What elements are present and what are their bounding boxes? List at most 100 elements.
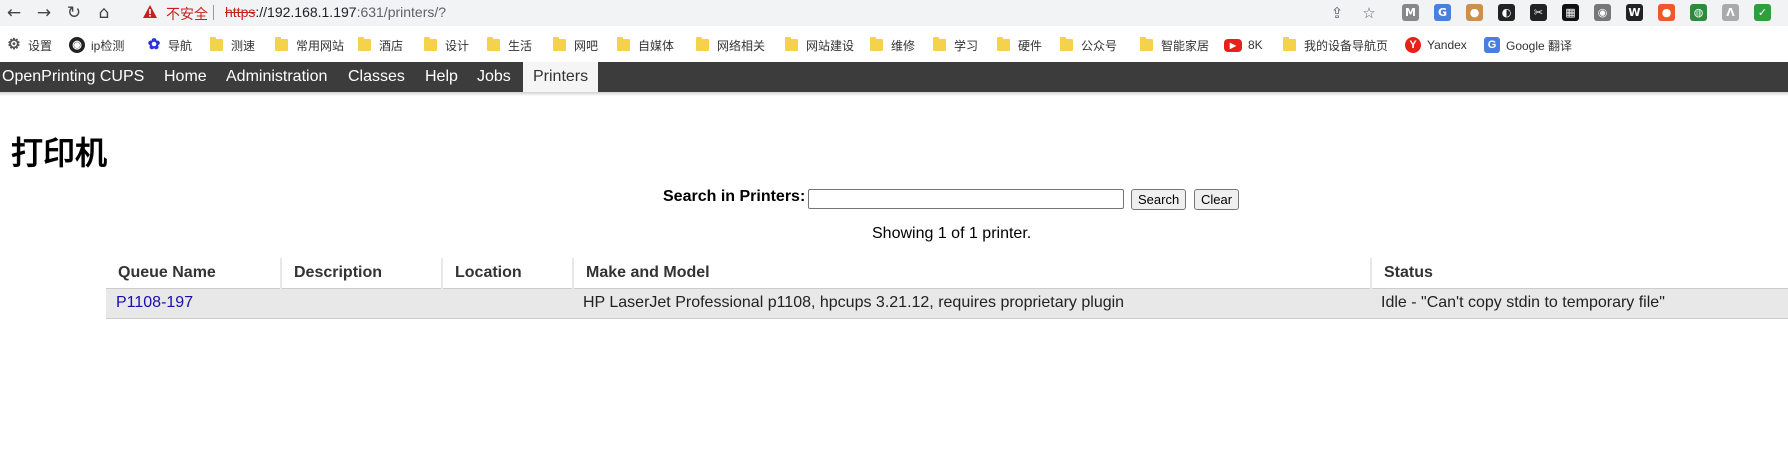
bookmark-label: 酒店 <box>379 38 404 53</box>
forward-icon[interactable]: → <box>34 3 54 23</box>
yandex-icon: Y <box>1405 37 1421 53</box>
browser-toolbar: ← → ↻ ⌂ 不安全 https://192.168.1.197:631/pr… <box>0 0 1788 26</box>
bookmark-item[interactable]: 测速 <box>210 36 255 54</box>
cups-brand-link[interactable]: OpenPrinting CUPS <box>2 62 144 92</box>
w-extension-icon[interactable]: W <box>1626 4 1643 21</box>
translate-icon[interactable]: G <box>1434 4 1451 21</box>
url-host: ://192.168.1.197 <box>255 4 357 20</box>
bookmark-item[interactable]: 学习 <box>933 36 978 54</box>
bookmark-label: 生活 <box>508 38 533 53</box>
tab-manager-icon[interactable]: ▦ <box>1562 4 1579 21</box>
bookmark-item[interactable]: 智能家居 <box>1140 36 1209 54</box>
bookmark-item[interactable]: 酒店 <box>358 36 403 54</box>
insecure-label[interactable]: 不安全 <box>166 4 208 24</box>
folder-icon <box>358 37 371 51</box>
lambda-extension-icon[interactable]: Λ <box>1722 4 1739 21</box>
bookmark-label: 智能家居 <box>1161 38 1210 53</box>
bookmark-item[interactable]: G Google 翻译 <box>1484 36 1572 54</box>
search-input[interactable] <box>808 189 1124 209</box>
column-header-queue-name[interactable]: Queue Name <box>106 258 282 288</box>
bookmark-item[interactable]: ▶ 8K <box>1224 36 1263 54</box>
folder-icon <box>696 37 709 51</box>
star-icon[interactable]: ☆ <box>1360 4 1378 22</box>
share-icon[interactable]: ⇪ <box>1328 4 1346 22</box>
url-text[interactable]: https://192.168.1.197:631/printers/? <box>225 4 446 20</box>
printer-link[interactable]: P1108-197 <box>116 294 193 311</box>
column-header-description[interactable]: Description <box>281 258 443 288</box>
bookmark-item[interactable]: Y Yandex <box>1405 36 1467 54</box>
column-header-location[interactable]: Location <box>442 258 574 288</box>
folder-icon <box>275 37 288 51</box>
bookmark-label: 硬件 <box>1018 38 1043 53</box>
bookmark-item[interactable]: 设计 <box>424 36 469 54</box>
bookmark-item[interactable]: 网站建设 <box>785 36 854 54</box>
bookmark-item[interactable]: ✿ 导航 <box>146 36 192 54</box>
bookmarks-bar: ⚙ 设置 ◉ ip检测 ✿ 导航 测速 常用网站 酒店 设计 生活 网吧 自媒体 网络相关 网站建设 维修 学习… <box>0 31 1788 57</box>
orange-extension-icon[interactable]: ● <box>1658 4 1675 21</box>
bookmark-label: 设置 <box>28 38 53 53</box>
bookmark-item[interactable]: 常用网站 <box>275 36 344 54</box>
url-path: :631/printers/? <box>356 4 447 20</box>
table-row: P1108-197 HP LaserJet Professional p1108… <box>106 287 1788 319</box>
bookmark-item[interactable]: 网吧 <box>553 36 598 54</box>
baidu-icon: ✿ <box>147 36 161 53</box>
nav-classes[interactable]: Classes <box>348 62 405 92</box>
search-label: Search in Printers: <box>663 188 806 205</box>
bookmark-item[interactable]: ⚙ 设置 <box>6 36 52 54</box>
bookmark-label: 设计 <box>445 38 470 53</box>
ip-icon: ◉ <box>69 37 85 53</box>
printers-table: Queue Name Description Location Make and… <box>106 258 1788 319</box>
folder-icon <box>424 37 437 51</box>
search-button[interactable]: Search <box>1131 189 1187 210</box>
nav-jobs[interactable]: Jobs <box>477 62 511 92</box>
column-header-make-model[interactable]: Make and Model <box>573 258 1372 288</box>
address-separator <box>213 5 214 20</box>
bookmark-label: 维修 <box>891 38 916 53</box>
bookmark-item[interactable]: 硬件 <box>997 36 1042 54</box>
folder-icon <box>487 37 500 51</box>
folder-icon <box>1060 37 1073 51</box>
folder-icon <box>785 37 798 51</box>
nav-administration[interactable]: Administration <box>226 62 327 92</box>
bookmark-label: 网吧 <box>574 38 599 53</box>
bookmark-item[interactable]: 自媒体 <box>617 36 674 54</box>
bookmark-item[interactable]: 公众号 <box>1060 36 1117 54</box>
description-cell <box>281 287 442 319</box>
youtube-icon: ▶ <box>1224 38 1242 52</box>
bookmark-item[interactable]: 网络相关 <box>696 36 765 54</box>
navbar-shadow <box>0 92 1788 96</box>
folder-icon <box>210 37 223 51</box>
bookmark-label: ip检测 <box>91 38 125 53</box>
column-header-status[interactable]: Status <box>1371 258 1788 288</box>
scissors-icon[interactable]: ✂ <box>1530 4 1547 21</box>
nav-printers[interactable]: Printers <box>523 62 599 93</box>
extension-dark-icon[interactable]: ◐ <box>1498 4 1515 21</box>
back-icon[interactable]: ← <box>4 3 24 23</box>
reload-icon[interactable]: ↻ <box>64 3 84 23</box>
gmail-icon[interactable]: M <box>1402 4 1419 21</box>
folder-icon <box>617 37 630 51</box>
bookmark-label: 学习 <box>954 38 979 53</box>
bookmark-item[interactable]: ◉ ip检测 <box>69 36 124 54</box>
shield-check-icon[interactable]: ✓ <box>1754 4 1771 21</box>
folder-icon <box>1140 37 1153 51</box>
nav-home[interactable]: Home <box>164 62 207 92</box>
folder-icon <box>997 37 1010 51</box>
cups-navbar: OpenPrinting CUPS Home Administration Cl… <box>0 62 1788 93</box>
home-icon[interactable]: ⌂ <box>94 3 114 23</box>
bookmark-item[interactable]: 维修 <box>870 36 915 54</box>
camera-icon[interactable]: ◉ <box>1594 4 1611 21</box>
nav-help[interactable]: Help <box>425 62 458 92</box>
clear-button[interactable]: Clear <box>1194 189 1240 210</box>
cookie-icon[interactable]: ● <box>1466 4 1483 21</box>
globe-extension-icon[interactable]: ◍ <box>1690 4 1707 21</box>
location-cell <box>442 287 573 319</box>
bookmark-label: 我的设备导航页 <box>1304 38 1389 53</box>
bookmark-item[interactable]: 我的设备导航页 <box>1283 36 1388 54</box>
warning-icon[interactable] <box>142 4 158 20</box>
bookmark-label: 导航 <box>168 38 193 53</box>
folder-icon <box>1283 37 1296 51</box>
bookmark-item[interactable]: 生活 <box>487 36 532 54</box>
folder-icon <box>870 37 883 51</box>
bookmark-label: Yandex <box>1427 38 1467 52</box>
